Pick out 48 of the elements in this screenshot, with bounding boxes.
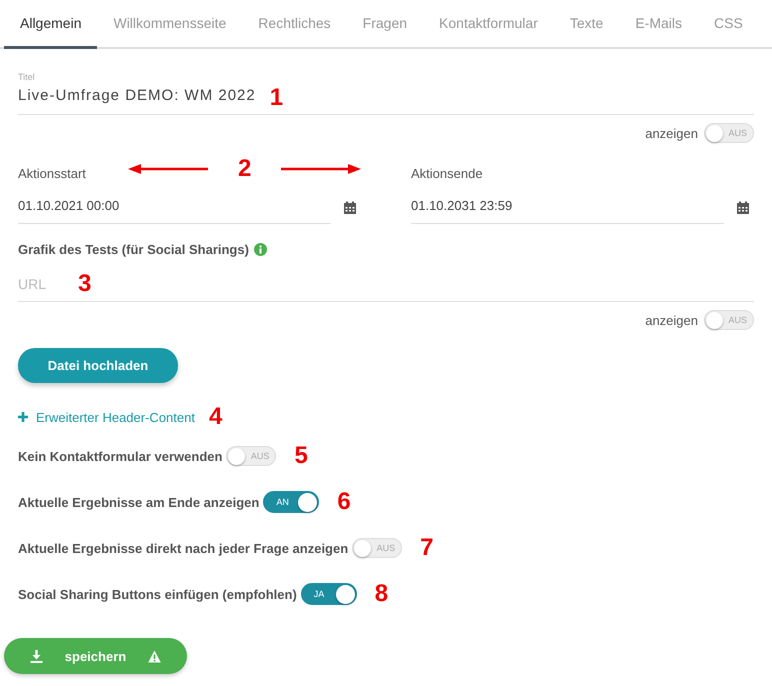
warning-icon bbox=[148, 650, 162, 662]
save-button[interactable]: speichern bbox=[4, 638, 187, 674]
tab[interactable]: Willkommensseite bbox=[97, 0, 242, 49]
option-label: Social Sharing Buttons einfügen (empfohlen) bbox=[18, 586, 297, 602]
toggle-switch[interactable]: JA bbox=[300, 583, 357, 605]
url-field[interactable]: URL bbox=[18, 276, 50, 292]
tab[interactable]: CSS bbox=[698, 0, 759, 49]
field-label: Titel bbox=[18, 72, 36, 82]
tab[interactable]: Rechtliches bbox=[242, 0, 347, 49]
annotation-number: 7 bbox=[420, 536, 434, 560]
annotation-number: 8 bbox=[374, 582, 388, 606]
info-icon bbox=[254, 243, 267, 256]
annotation-number: 5 bbox=[294, 444, 308, 468]
tab[interactable]: E-Mails bbox=[619, 0, 698, 49]
date-field[interactable]: 01.10.2021 00:00 bbox=[18, 192, 331, 224]
annotation-number: 2 bbox=[238, 157, 252, 181]
tab[interactable]: Fragen bbox=[346, 0, 424, 49]
toggle-switch[interactable]: AUS bbox=[704, 123, 754, 143]
toggle-switch[interactable]: AUS bbox=[352, 538, 402, 558]
annotation-number: 1 bbox=[270, 86, 284, 110]
option-label: Aktuelle Ergebnisse am Ende anzeigen bbox=[18, 494, 260, 510]
calendar-icon bbox=[343, 201, 357, 215]
tab[interactable]: Texte bbox=[554, 0, 620, 49]
right-arrow-icon bbox=[281, 163, 362, 175]
annotation-number: 3 bbox=[78, 272, 92, 296]
toggle-switch[interactable]: AN bbox=[263, 491, 320, 513]
toggle-label: anzeigen bbox=[645, 126, 698, 140]
calendar-icon bbox=[736, 201, 750, 215]
field-label: Aktionsstart bbox=[18, 166, 86, 183]
option-label: Kein Kontaktformular verwenden bbox=[18, 448, 222, 464]
annotation-number: 6 bbox=[337, 490, 351, 514]
date-field[interactable]: 01.10.2031 23:59 bbox=[411, 192, 724, 224]
title-field[interactable]: Live-Umfrage DEMO: WM 2022 1 bbox=[18, 82, 754, 115]
toggle-switch[interactable]: AUS bbox=[704, 310, 754, 330]
toggle-switch[interactable]: AUS bbox=[226, 446, 276, 466]
plus-icon bbox=[18, 412, 28, 422]
header-content-link[interactable]: Erweiterter Header-Content bbox=[18, 410, 195, 424]
field-label: Aktionsende bbox=[411, 166, 483, 183]
tab[interactable]: Allgemein bbox=[4, 0, 98, 49]
upload-button[interactable]: Datei hochladen bbox=[18, 348, 178, 383]
tab[interactable]: Kontaktformular bbox=[423, 0, 554, 49]
option-label: Aktuelle Ergebnisse direkt nach jeder Frage anzeigen bbox=[18, 540, 348, 556]
toggle-label: anzeigen bbox=[645, 312, 698, 328]
annotation-number: 4 bbox=[208, 405, 222, 429]
section-label: Grafik des Tests (für Social Sharings) bbox=[18, 242, 249, 257]
download-icon bbox=[30, 650, 43, 662]
left-arrow-icon bbox=[128, 163, 208, 175]
field-value: Live-Umfrage DEMO: WM 2022 bbox=[18, 86, 256, 104]
